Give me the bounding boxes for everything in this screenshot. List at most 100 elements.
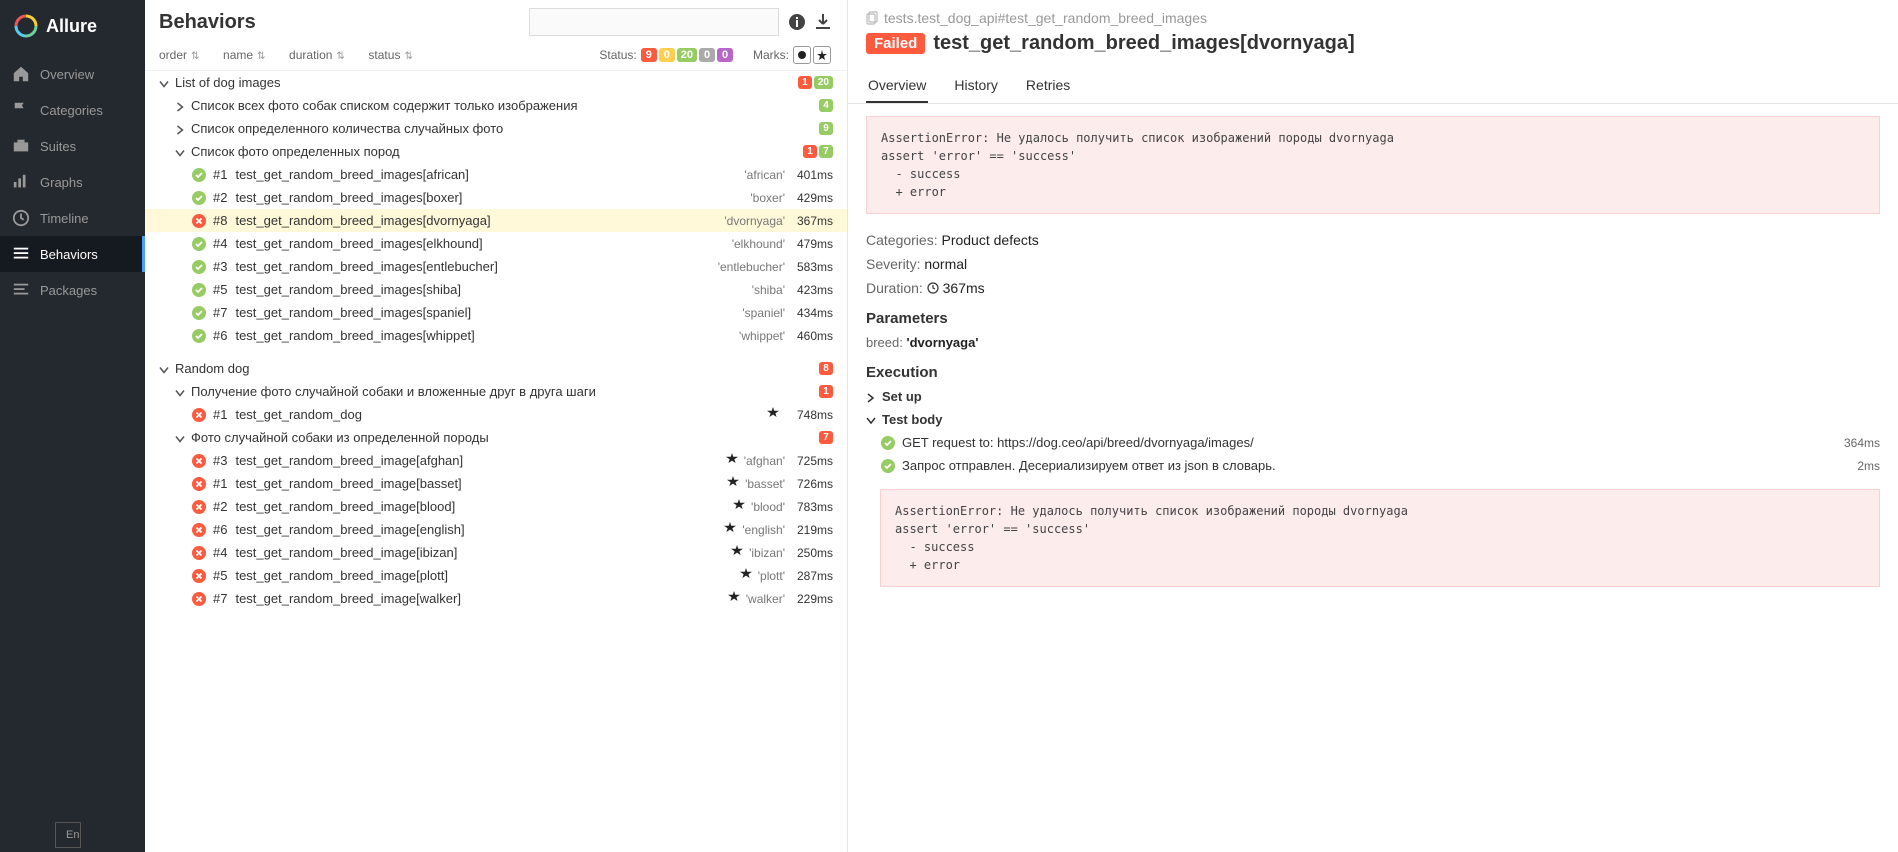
test-name: test_get_random_breed_images[whippet]	[235, 328, 713, 343]
sidebar-item-categories[interactable]: Categories	[0, 92, 145, 128]
tab-retries[interactable]: Retries	[1024, 69, 1072, 103]
test-name: test_get_random_breed_image[blood]	[235, 499, 725, 514]
tree-row[interactable]: #8test_get_random_breed_images[dvornyaga…	[145, 209, 847, 232]
status-passed-icon	[191, 329, 207, 343]
status-passed-icon	[880, 459, 896, 473]
tree-row[interactable]: #4test_get_random_breed_images[elkhound]…	[145, 232, 847, 255]
sort-name[interactable]: name	[223, 48, 265, 62]
chevron-right-icon	[175, 98, 189, 113]
tree-row[interactable]: #2test_get_random_breed_images[boxer]'bo…	[145, 186, 847, 209]
sort-order[interactable]: order	[159, 48, 199, 62]
sidebar-item-graphs[interactable]: Graphs	[0, 164, 145, 200]
test-number: #2	[213, 499, 227, 514]
tree-row[interactable]: #1test_get_random_breed_images[african]'…	[145, 163, 847, 186]
test-duration: 219ms	[785, 523, 833, 537]
briefcase-icon	[12, 137, 30, 155]
info-icon[interactable]	[787, 12, 807, 32]
test-name: test_get_random_breed_image[basset]	[235, 476, 719, 491]
sort-duration[interactable]: duration	[289, 48, 344, 62]
tree-row[interactable]: List of dog images120	[145, 71, 847, 94]
status-passed-icon	[191, 306, 207, 320]
test-param: 'spaniel'	[742, 306, 785, 320]
test-number: #5	[213, 568, 227, 583]
download-icon[interactable]	[813, 12, 833, 32]
status-failed-icon	[191, 523, 207, 537]
sidebar-item-timeline[interactable]: Timeline	[0, 200, 145, 236]
test-duration: 401ms	[785, 168, 833, 182]
tree-row[interactable]: #6test_get_random_breed_image[english]'e…	[145, 518, 847, 541]
test-number: #1	[213, 167, 227, 182]
tree-row[interactable]: Получение фото случайной собаки и вложен…	[145, 380, 847, 403]
test-number: #6	[213, 522, 227, 537]
status-broken[interactable]: 0	[659, 48, 675, 62]
test-title: test_get_random_breed_images[dvornyaga]	[933, 32, 1354, 55]
tree-row[interactable]: Фото случайной собаки из определенной по…	[145, 426, 847, 449]
sidebar-item-suites[interactable]: Suites	[0, 128, 145, 164]
sort-status[interactable]: status	[368, 48, 412, 62]
status-failed-icon	[191, 569, 207, 583]
test-number: #3	[213, 259, 227, 274]
testbody-toggle[interactable]: Test body	[848, 408, 1898, 431]
tree-row[interactable]: #3test_get_random_breed_images[entlebuch…	[145, 255, 847, 278]
sidebar-item-label: Graphs	[40, 175, 83, 190]
story-label: Список всех фото собак списком содержит …	[191, 98, 819, 113]
sidebar-item-packages[interactable]: Packages	[0, 272, 145, 308]
test-duration: 287ms	[785, 569, 833, 583]
tree-row[interactable]: #1test_get_random_breed_image[basset]'ba…	[145, 472, 847, 495]
step-row[interactable]: GET request to: https://dog.ceo/api/bree…	[848, 431, 1898, 454]
status-passed-icon	[880, 436, 896, 450]
tree-row[interactable]: #5test_get_random_breed_image[plott]'plo…	[145, 564, 847, 587]
status-failed[interactable]: 9	[641, 48, 657, 62]
status-passed[interactable]: 20	[677, 48, 697, 62]
flaky-mark	[725, 476, 741, 491]
execution-heading: Execution	[848, 354, 1898, 385]
tree-row[interactable]: #1test_get_random_dog748ms	[145, 403, 847, 426]
tree-row[interactable]: Random dog8	[145, 357, 847, 380]
chevron-down-icon	[159, 75, 173, 90]
sidebar-item-label: Behaviors	[40, 247, 98, 262]
tree-row[interactable]: #2 test_get_random_breed_image[blood] 'blo…	[145, 495, 847, 518]
tree-row[interactable]: #3test_get_random_breed_image[afghan]'af…	[145, 449, 847, 472]
step-text: GET request to: https://dog.ceo/api/bree…	[902, 435, 1254, 450]
copy-icon[interactable]	[866, 11, 880, 25]
tree-row[interactable]: Список всех фото собак списком содержит …	[145, 94, 847, 117]
tree-row[interactable]: #5test_get_random_breed_images[shiba]'sh…	[145, 278, 847, 301]
test-param: 'whippet'	[739, 329, 785, 343]
tree-row[interactable]: #7test_get_random_breed_images[spaniel]'…	[145, 301, 847, 324]
tree-row[interactable]: Список определенного количества случайны…	[145, 117, 847, 140]
mark-flaky-toggle[interactable]	[793, 46, 811, 64]
status-unknown[interactable]: 0	[717, 48, 733, 62]
test-number: #3	[213, 453, 227, 468]
status-passed-icon	[191, 260, 207, 274]
step-row[interactable]: Запрос отправлен. Десериализируем ответ …	[848, 454, 1898, 477]
brand: Allure	[0, 0, 145, 56]
status-failed-icon	[191, 546, 207, 560]
test-name: test_get_random_breed_image[walker]	[235, 591, 719, 606]
test-param: 'english'	[742, 523, 785, 537]
tree-row[interactable]: #4test_get_random_breed_image[ibizan]'ib…	[145, 541, 847, 564]
duration-row: Duration: 367ms	[848, 276, 1898, 300]
test-number: #7	[213, 305, 227, 320]
chevron-right-icon	[175, 121, 189, 136]
sidebar-item-overview[interactable]: Overview	[0, 56, 145, 92]
tab-history[interactable]: History	[952, 69, 1000, 103]
categories-row: Categories: Product defects	[848, 228, 1898, 252]
setup-toggle[interactable]: Set up	[848, 385, 1898, 408]
mark-new-toggle[interactable]	[813, 46, 831, 64]
test-param: 'blood'	[751, 500, 785, 514]
clock-icon	[927, 282, 939, 294]
tab-overview[interactable]: Overview	[866, 69, 928, 103]
chevron-down-icon	[175, 430, 189, 445]
status-failed-icon	[191, 408, 207, 422]
home-icon	[12, 65, 30, 83]
tree-row[interactable]: #6test_get_random_breed_images[whippet]'…	[145, 324, 847, 347]
sidebar-item-behaviors[interactable]: Behaviors	[0, 236, 145, 272]
status-skipped[interactable]: 0	[699, 48, 715, 62]
status-failed-icon	[191, 454, 207, 468]
language-switch[interactable]: En	[55, 822, 81, 848]
tree-row[interactable]: Список фото определенных пород17	[145, 140, 847, 163]
test-param: 'elkhound'	[732, 237, 785, 251]
sidebar-item-label: Timeline	[40, 211, 89, 226]
search-input[interactable]	[529, 8, 779, 36]
tree-row[interactable]: #7test_get_random_breed_image[walker]'wa…	[145, 587, 847, 610]
